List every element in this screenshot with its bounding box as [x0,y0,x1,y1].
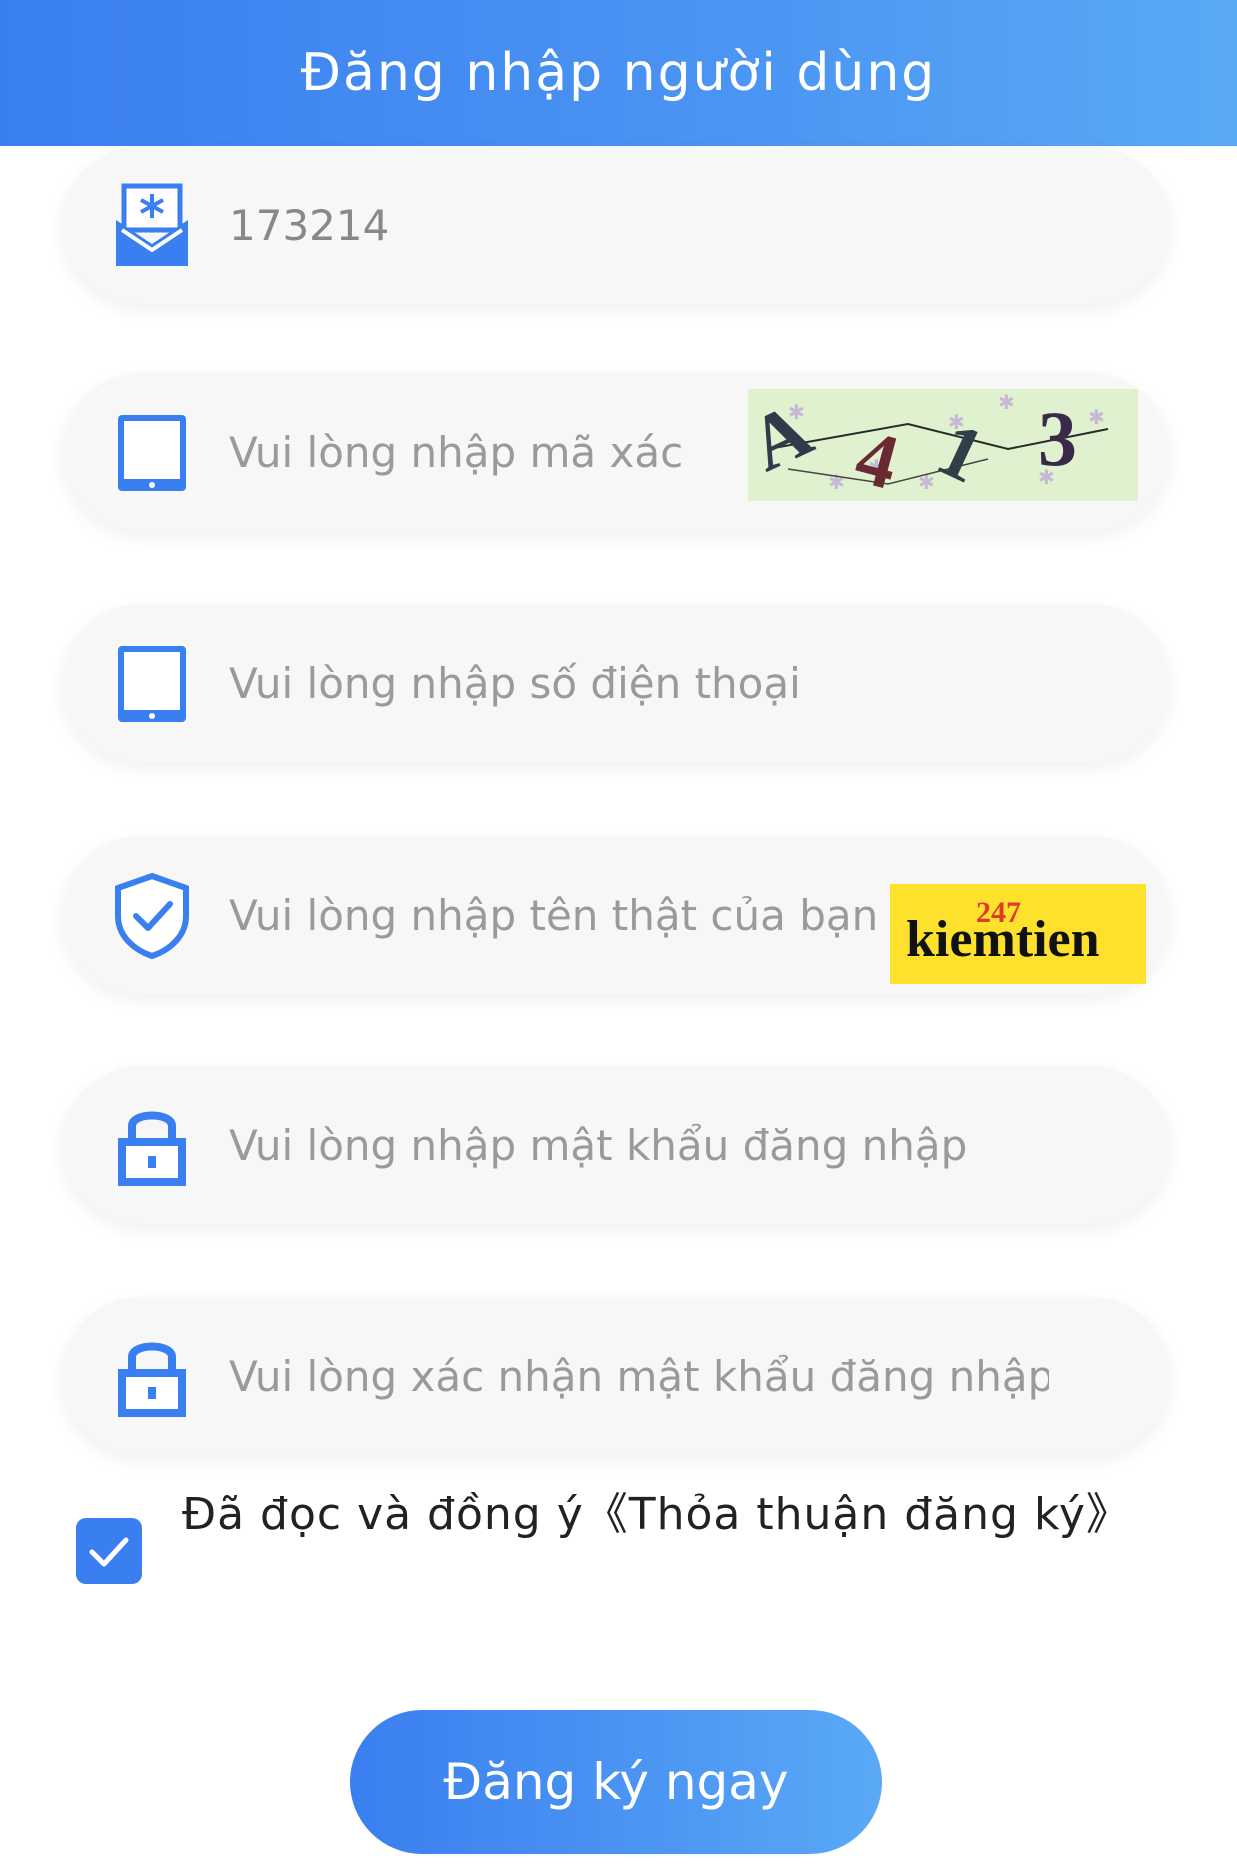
lock-icon [118,1111,186,1186]
phone-number-input[interactable] [227,647,1051,719]
app-header: Đăng nhập người dùng [0,0,1237,146]
agreement-text[interactable]: Đã đọc và đồng ý《Thỏa thuận đăng ký》 [182,1482,1132,1548]
svg-text:✱: ✱ [828,470,845,494]
svg-text:kiemtien: kiemtien [906,911,1100,968]
phone-number-field[interactable] [62,604,1170,762]
password-input[interactable] [227,1109,1051,1181]
lock-icon [118,1342,186,1417]
svg-text:✱: ✱ [998,390,1015,414]
svg-text:3: 3 [1038,395,1077,482]
tablet-icon [118,646,186,722]
confirm-password-input[interactable] [227,1340,1051,1412]
envelope-snowflake-icon [116,183,188,266]
confirm-password-field[interactable] [62,1297,1170,1455]
shield-check-icon [115,872,189,960]
real-name-field[interactable]: 247 kiemtien [62,836,1170,994]
agree-checkbox[interactable] [76,1518,142,1584]
real-name-input[interactable] [227,879,911,951]
tablet-icon [118,415,186,491]
kiemtien-watermark: 247 kiemtien [890,884,1146,984]
invite-code-input[interactable] [227,189,1051,261]
verification-code-field[interactable]: ✱✱✱ ✱✱✱ ✱✱ A 4 1 3 [62,373,1170,531]
register-button[interactable]: Đăng ký ngay [350,1710,882,1854]
password-field[interactable] [62,1066,1170,1224]
svg-text:✱: ✱ [1088,405,1105,429]
invite-code-field[interactable] [62,146,1170,304]
page-title: Đăng nhập người dùng [300,43,937,103]
checkmark-icon [89,1537,129,1567]
verification-code-input[interactable] [227,416,691,488]
captcha-image[interactable]: ✱ ✱ ✱ ✱ ✱ ✱ ✱ ✱ A 4 1 3 [748,389,1138,501]
